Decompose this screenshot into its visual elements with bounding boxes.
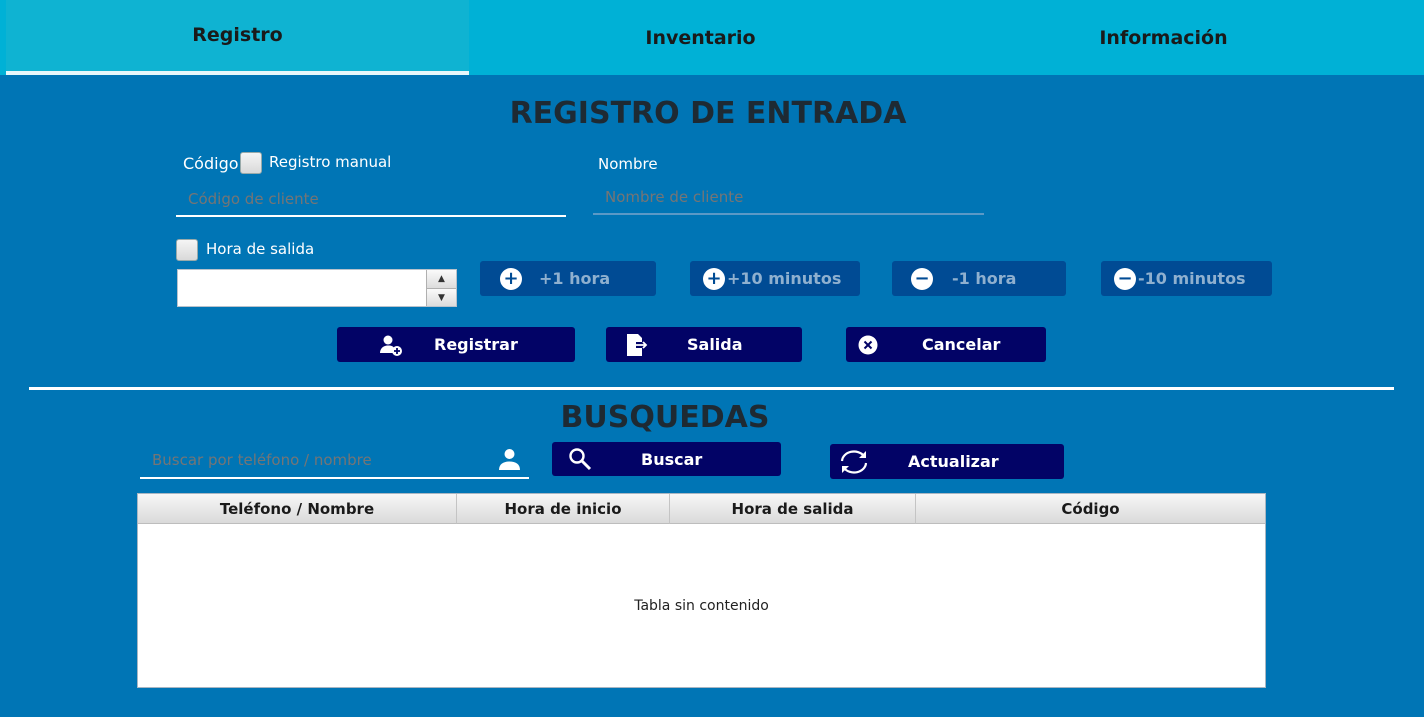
column-header-codigo[interactable]: Código [916, 494, 1265, 524]
empty-table-message: Tabla sin contenido [634, 597, 769, 614]
manual-checkbox[interactable] [240, 152, 262, 174]
button-label: +1 hora [539, 269, 611, 288]
button-label: -1 hora [952, 269, 1017, 288]
add-10-minutos-button[interactable]: + +10 minutos [690, 261, 860, 296]
sub-1-hora-button[interactable]: − -1 hora [892, 261, 1066, 296]
entry-title: REGISTRO DE ENTRADA [509, 96, 907, 131]
tab-bar: Registro Inventario Información [0, 0, 1424, 75]
button-label: Cancelar [922, 335, 1001, 354]
hora-salida-label: Hora de salida [206, 240, 315, 258]
codigo-input[interactable] [176, 182, 566, 217]
search-icon [568, 447, 592, 471]
tab-label: Inventario [645, 26, 756, 49]
nombre-label: Nombre [598, 155, 658, 173]
refresh-icon [838, 448, 870, 476]
button-label: Buscar [641, 449, 703, 469]
cancel-circle-icon [858, 335, 878, 355]
triangle-down-icon: ▼ [438, 292, 445, 303]
tab-label: Información [1099, 26, 1228, 49]
hora-input[interactable] [178, 270, 426, 306]
triangle-up-icon: ▲ [438, 274, 445, 284]
salida-button[interactable]: Salida [606, 327, 802, 362]
cancelar-button[interactable]: Cancelar [846, 327, 1046, 362]
search-input[interactable] [140, 442, 529, 479]
buscar-button[interactable]: Buscar [552, 442, 781, 476]
manual-label: Registro manual [269, 153, 392, 171]
add-user-icon [379, 333, 403, 357]
search-title: BUSQUEDAS [560, 400, 770, 435]
actualizar-button[interactable]: Actualizar [830, 444, 1064, 479]
hora-spinner[interactable]: ▲ ▼ [177, 269, 457, 307]
spin-down-button[interactable]: ▼ [426, 288, 456, 306]
plus-circle-icon: + [703, 267, 725, 290]
spin-up-button[interactable]: ▲ [426, 270, 456, 288]
tab-registro[interactable]: Registro [6, 0, 469, 75]
tab-inventario[interactable]: Inventario [469, 0, 932, 75]
codigo-label: Código [183, 154, 239, 173]
minus-circle-icon: − [1114, 267, 1136, 290]
button-label: Salida [687, 335, 743, 354]
registrar-button[interactable]: Registrar [337, 327, 575, 362]
column-header-hora-inicio[interactable]: Hora de inicio [457, 494, 670, 524]
exit-icon [624, 333, 648, 357]
nombre-input[interactable] [593, 180, 984, 215]
tab-informacion[interactable]: Información [932, 0, 1395, 75]
tab-label: Registro [192, 23, 283, 46]
button-label: Actualizar [908, 452, 999, 471]
hora-salida-checkbox[interactable] [176, 239, 198, 261]
button-label: +10 minutos [727, 269, 842, 288]
minus-circle-icon: − [911, 267, 933, 290]
button-label: Registrar [434, 335, 518, 354]
results-table[interactable]: Teléfono / Nombre Hora de inicio Hora de… [137, 493, 1266, 688]
plus-circle-icon: + [500, 267, 522, 290]
section-divider [29, 387, 1394, 390]
column-header-telefono[interactable]: Teléfono / Nombre [138, 494, 457, 524]
add-1-hora-button[interactable]: + +1 hora [480, 261, 656, 296]
column-header-hora-salida[interactable]: Hora de salida [670, 494, 916, 524]
button-label: -10 minutos [1138, 269, 1246, 288]
user-icon [499, 448, 520, 470]
sub-10-minutos-button[interactable]: − -10 minutos [1101, 261, 1272, 296]
